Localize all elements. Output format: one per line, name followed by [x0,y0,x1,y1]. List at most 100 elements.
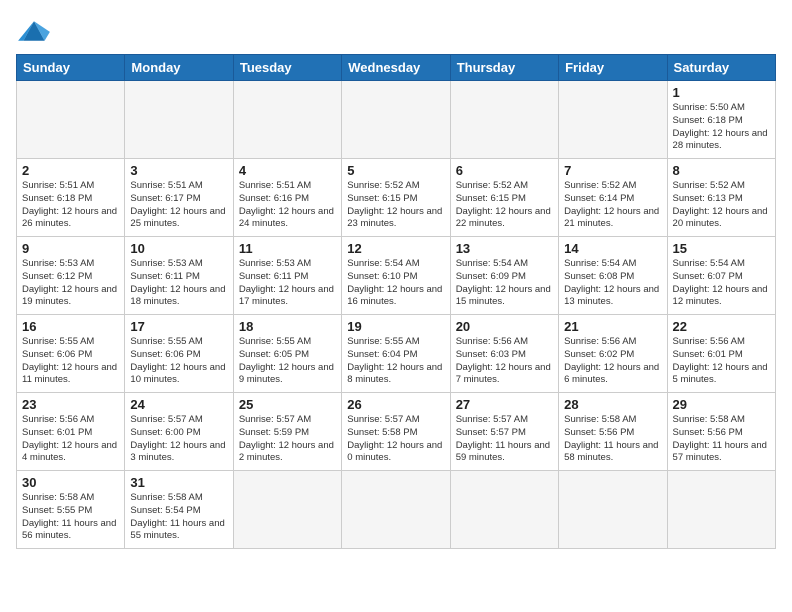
calendar-cell: 16 Sunrise: 5:55 AM Sunset: 6:06 PM Dayli… [17,315,125,393]
header [16,16,776,46]
calendar-week-2: 9Sunrise: 5:53 AM Sunset: 6:12 PM Daylig… [17,237,776,315]
day-info: Sunrise: 5:55 AM Sunset: 6:04 PM Dayligh… [347,336,444,387]
day-info: Sunrise: 5:52 AM Sunset: 6:14 PM Dayligh… [564,180,661,231]
day-info: Sunrise: 5:53 AM Sunset: 6:11 PM Dayligh… [239,258,336,309]
calendar-cell: 8 Sunrise: 5:52 AM Sunset: 6:13 PM Daylig… [667,159,775,237]
day-info: Sunrise: 5:51 AM Sunset: 6:17 PM Dayligh… [130,180,227,231]
day-info: Sunrise: 5:51 AM Sunset: 6:18 PM Dayligh… [22,180,119,231]
day-number: 29 [673,397,770,412]
day-number: 3 [130,163,227,178]
calendar-cell: 27 Sunrise: 5:57 AM Sunset: 5:57 PM Dayli… [450,393,558,471]
calendar-cell: 4 Sunrise: 5:51 AM Sunset: 6:16 PM Daylig… [233,159,341,237]
calendar-cell [667,471,775,549]
day-number: 1 [673,85,770,100]
calendar-table: SundayMondayTuesdayWednesdayThursdayFrid… [16,54,776,549]
calendar-week-1: 2 Sunrise: 5:51 AM Sunset: 6:18 PM Daylig… [17,159,776,237]
calendar-cell: 1 Sunrise: 5:50 AM Sunset: 6:18 PM Daylig… [667,81,775,159]
day-number: 8 [673,163,770,178]
day-number: 17 [130,319,227,334]
day-number: 30 [22,475,119,490]
calendar-cell: 9Sunrise: 5:53 AM Sunset: 6:12 PM Daylig… [17,237,125,315]
day-number: 10 [130,241,227,256]
day-header-sunday: Sunday [17,55,125,81]
day-number: 2 [22,163,119,178]
calendar-cell: 6 Sunrise: 5:52 AM Sunset: 6:15 PM Daylig… [450,159,558,237]
day-info: Sunrise: 5:51 AM Sunset: 6:16 PM Dayligh… [239,180,336,231]
day-info: Sunrise: 5:55 AM Sunset: 6:06 PM Dayligh… [130,336,227,387]
calendar-header-row: SundayMondayTuesdayWednesdayThursdayFrid… [17,55,776,81]
calendar-week-5: 30Sunrise: 5:58 AM Sunset: 5:55 PM Dayli… [17,471,776,549]
day-info: Sunrise: 5:55 AM Sunset: 6:05 PM Dayligh… [239,336,336,387]
day-info: Sunrise: 5:54 AM Sunset: 6:07 PM Dayligh… [673,258,770,309]
day-number: 11 [239,241,336,256]
day-number: 25 [239,397,336,412]
calendar-cell: 29 Sunrise: 5:58 AM Sunset: 5:56 PM Dayli… [667,393,775,471]
day-info: Sunrise: 5:57 AM Sunset: 5:57 PM Dayligh… [456,414,553,465]
calendar-cell: 18Sunrise: 5:55 AM Sunset: 6:05 PM Dayli… [233,315,341,393]
day-info: Sunrise: 5:58 AM Sunset: 5:56 PM Dayligh… [564,414,661,465]
day-header-tuesday: Tuesday [233,55,341,81]
calendar-cell: 22 Sunrise: 5:56 AM Sunset: 6:01 PM Dayli… [667,315,775,393]
day-number: 27 [456,397,553,412]
calendar-cell [342,471,450,549]
calendar-cell [233,81,341,159]
day-info: Sunrise: 5:58 AM Sunset: 5:54 PM Dayligh… [130,492,227,543]
day-info: Sunrise: 5:52 AM Sunset: 6:15 PM Dayligh… [456,180,553,231]
calendar-cell [342,81,450,159]
day-info: Sunrise: 5:53 AM Sunset: 6:12 PM Dayligh… [22,258,119,309]
day-info: Sunrise: 5:54 AM Sunset: 6:09 PM Dayligh… [456,258,553,309]
day-info: Sunrise: 5:54 AM Sunset: 6:08 PM Dayligh… [564,258,661,309]
calendar-cell: 25 Sunrise: 5:57 AM Sunset: 5:59 PM Dayli… [233,393,341,471]
day-header-thursday: Thursday [450,55,558,81]
calendar-cell: 23 Sunrise: 5:56 AM Sunset: 6:01 PM Dayli… [17,393,125,471]
calendar-cell: 19Sunrise: 5:55 AM Sunset: 6:04 PM Dayli… [342,315,450,393]
day-number: 4 [239,163,336,178]
calendar-cell: 31 Sunrise: 5:58 AM Sunset: 5:54 PM Dayli… [125,471,233,549]
day-info: Sunrise: 5:57 AM Sunset: 5:58 PM Dayligh… [347,414,444,465]
calendar-cell: 10 Sunrise: 5:53 AM Sunset: 6:11 PM Dayli… [125,237,233,315]
calendar-cell: 2 Sunrise: 5:51 AM Sunset: 6:18 PM Daylig… [17,159,125,237]
day-info: Sunrise: 5:56 AM Sunset: 6:01 PM Dayligh… [22,414,119,465]
day-number: 28 [564,397,661,412]
day-header-wednesday: Wednesday [342,55,450,81]
day-number: 22 [673,319,770,334]
day-info: Sunrise: 5:53 AM Sunset: 6:11 PM Dayligh… [130,258,227,309]
calendar-cell: 13 Sunrise: 5:54 AM Sunset: 6:09 PM Dayli… [450,237,558,315]
logo-icon [16,16,52,46]
calendar-cell: 12Sunrise: 5:54 AM Sunset: 6:10 PM Dayli… [342,237,450,315]
calendar-cell: 28 Sunrise: 5:58 AM Sunset: 5:56 PM Dayli… [559,393,667,471]
calendar-cell: 7Sunrise: 5:52 AM Sunset: 6:14 PM Daylig… [559,159,667,237]
calendar-cell [559,81,667,159]
calendar-cell: 17 Sunrise: 5:55 AM Sunset: 6:06 PM Dayli… [125,315,233,393]
day-info: Sunrise: 5:52 AM Sunset: 6:13 PM Dayligh… [673,180,770,231]
calendar-cell [450,81,558,159]
day-number: 15 [673,241,770,256]
calendar-cell: 20 Sunrise: 5:56 AM Sunset: 6:03 PM Dayli… [450,315,558,393]
day-info: Sunrise: 5:57 AM Sunset: 5:59 PM Dayligh… [239,414,336,465]
day-info: Sunrise: 5:54 AM Sunset: 6:10 PM Dayligh… [347,258,444,309]
calendar-cell [450,471,558,549]
calendar-week-3: 16 Sunrise: 5:55 AM Sunset: 6:06 PM Dayli… [17,315,776,393]
calendar-cell: 15 Sunrise: 5:54 AM Sunset: 6:07 PM Dayli… [667,237,775,315]
day-number: 13 [456,241,553,256]
day-number: 23 [22,397,119,412]
day-number: 31 [130,475,227,490]
day-info: Sunrise: 5:56 AM Sunset: 6:03 PM Dayligh… [456,336,553,387]
day-info: Sunrise: 5:56 AM Sunset: 6:02 PM Dayligh… [564,336,661,387]
calendar-week-4: 23 Sunrise: 5:56 AM Sunset: 6:01 PM Dayli… [17,393,776,471]
day-header-saturday: Saturday [667,55,775,81]
day-info: Sunrise: 5:56 AM Sunset: 6:01 PM Dayligh… [673,336,770,387]
day-number: 16 [22,319,119,334]
day-info: Sunrise: 5:55 AM Sunset: 6:06 PM Dayligh… [22,336,119,387]
day-number: 20 [456,319,553,334]
day-number: 21 [564,319,661,334]
day-number: 24 [130,397,227,412]
calendar-cell [559,471,667,549]
day-number: 26 [347,397,444,412]
calendar-cell: 5Sunrise: 5:52 AM Sunset: 6:15 PM Daylig… [342,159,450,237]
day-number: 6 [456,163,553,178]
day-number: 5 [347,163,444,178]
day-info: Sunrise: 5:58 AM Sunset: 5:56 PM Dayligh… [673,414,770,465]
day-info: Sunrise: 5:57 AM Sunset: 6:00 PM Dayligh… [130,414,227,465]
day-info: Sunrise: 5:50 AM Sunset: 6:18 PM Dayligh… [673,102,770,153]
